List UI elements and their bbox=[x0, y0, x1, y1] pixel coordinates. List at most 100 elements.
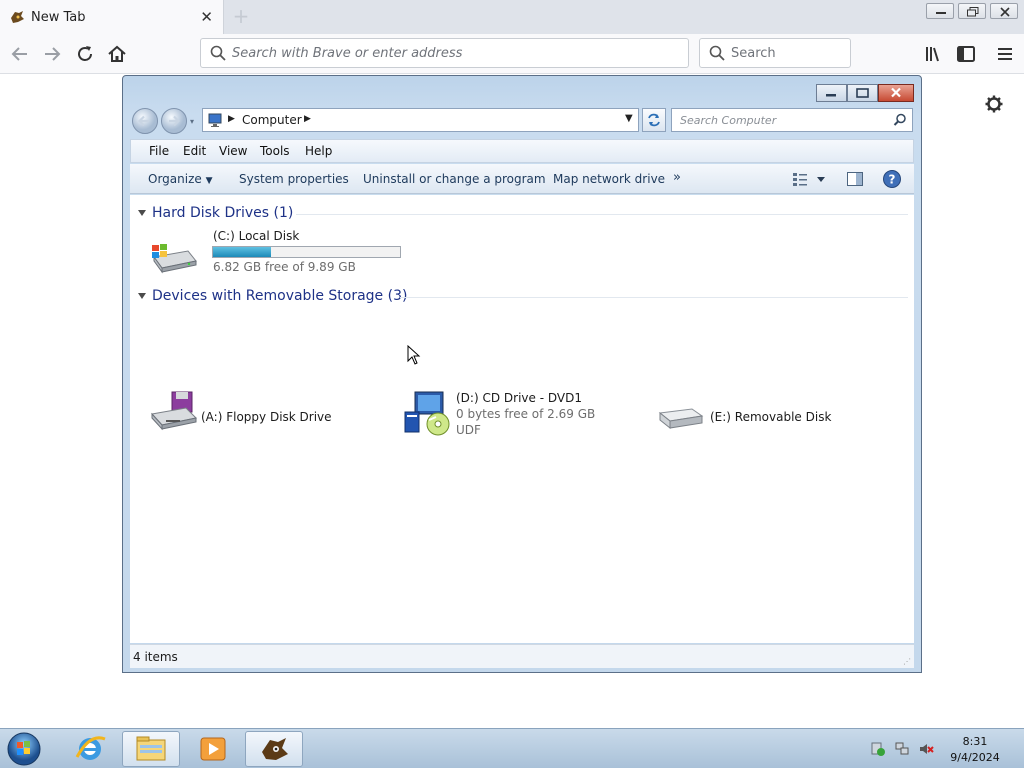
tab-title: New Tab bbox=[31, 10, 86, 25]
breadcrumb-root-arrow-icon[interactable]: ▶ bbox=[228, 114, 235, 124]
taskbar: 8:31 9/4/2024 bbox=[0, 728, 1024, 768]
map-network-drive-button[interactable]: Map network drive bbox=[553, 172, 665, 186]
explorer-search-placeholder: Search Computer bbox=[680, 114, 777, 127]
network-tray-icon[interactable] bbox=[894, 741, 910, 757]
tab-new-tab[interactable]: New Tab ✕ bbox=[0, 0, 224, 34]
hard-drive-windows-icon bbox=[148, 241, 198, 278]
refresh-icon bbox=[648, 113, 660, 127]
security-shield-tray-icon[interactable] bbox=[870, 741, 886, 757]
home-icon[interactable] bbox=[105, 42, 129, 66]
more-commands-button[interactable]: » bbox=[673, 170, 681, 185]
explorer-status-bar: 4 items ⋰ bbox=[130, 644, 914, 668]
resize-grip-icon[interactable]: ⋰ bbox=[903, 657, 911, 666]
group-divider bbox=[296, 214, 908, 215]
drive-a-name: (A:) Floppy Disk Drive bbox=[201, 410, 332, 424]
drive-e-name: (E:) Removable Disk bbox=[710, 410, 832, 424]
organize-dropdown-icon: ▼ bbox=[205, 176, 213, 186]
explorer-search-box[interactable]: Search Computer bbox=[671, 108, 913, 132]
refresh-button[interactable] bbox=[642, 108, 666, 132]
browser-minimize-button[interactable] bbox=[926, 3, 954, 19]
address-placeholder: Search with Brave or enter address bbox=[232, 46, 463, 61]
search-box[interactable]: Search bbox=[699, 38, 851, 68]
media-player-taskbar-icon[interactable] bbox=[184, 731, 242, 767]
recent-pages-chevron-icon[interactable]: ▾ bbox=[190, 117, 194, 126]
brave-browser-taskbar-icon[interactable] bbox=[245, 731, 303, 767]
browser-toolbar: Search with Brave or enter address Searc… bbox=[0, 34, 1024, 74]
drive-c-usage-fill bbox=[213, 247, 271, 257]
explorer-command-bar: Organize ▼ System properties Uninstall o… bbox=[130, 164, 914, 194]
address-dropdown-icon[interactable]: ▼ bbox=[625, 113, 633, 124]
address-bar[interactable]: Search with Brave or enter address bbox=[200, 38, 689, 68]
menu-view[interactable]: View bbox=[219, 144, 247, 158]
back-arrow-icon[interactable] bbox=[8, 42, 32, 66]
browser-restore-button[interactable] bbox=[958, 3, 986, 19]
drive-d-name: (D:) CD Drive - DVD1 bbox=[456, 391, 582, 405]
explorer-close-button[interactable] bbox=[878, 84, 914, 102]
breadcrumb-arrow-icon[interactable]: ▶ bbox=[304, 114, 311, 124]
preview-pane-icon[interactable] bbox=[846, 170, 864, 191]
internet-explorer-taskbar-icon[interactable] bbox=[61, 731, 119, 767]
search-placeholder: Search bbox=[731, 46, 776, 61]
browser-close-button[interactable] bbox=[990, 3, 1018, 19]
drive-c-free-space: 6.82 GB free of 9.89 GB bbox=[213, 260, 356, 274]
search-icon[interactable] bbox=[893, 113, 907, 130]
mouse-cursor-icon bbox=[407, 344, 421, 368]
menu-edit[interactable]: Edit bbox=[183, 144, 206, 158]
clock-date: 9/4/2024 bbox=[950, 751, 1000, 764]
system-clock[interactable]: 8:31 9/4/2024 bbox=[946, 734, 1004, 766]
hamburger-menu-icon[interactable] bbox=[993, 42, 1017, 66]
group-collapse-icon[interactable] bbox=[138, 293, 146, 299]
cd-drive-setup-icon bbox=[402, 390, 452, 441]
clock-time: 8:31 bbox=[962, 735, 988, 748]
menu-tools[interactable]: Tools bbox=[260, 144, 290, 158]
drive-d-free-space: 0 bytes free of 2.69 GB bbox=[456, 407, 596, 421]
group-hard-disk-drives[interactable]: Hard Disk Drives (1) bbox=[152, 205, 293, 221]
computer-icon bbox=[207, 112, 223, 131]
back-button-icon[interactable] bbox=[131, 107, 159, 138]
search-icon bbox=[709, 45, 725, 64]
view-options-icon[interactable] bbox=[792, 171, 826, 190]
organize-label: Organize bbox=[148, 172, 202, 186]
forward-button-icon[interactable] bbox=[160, 107, 188, 138]
drive-c-name: (C:) Local Disk bbox=[213, 229, 300, 243]
forward-arrow-icon[interactable] bbox=[40, 42, 64, 66]
group-collapse-icon[interactable] bbox=[138, 210, 146, 216]
drive-d-cd-drive[interactable]: (D:) CD Drive - DVD1 0 bytes free of 2.6… bbox=[402, 390, 632, 438]
drive-e-removable-disk[interactable]: (E:) Removable Disk bbox=[656, 395, 886, 435]
explorer-window: ▾ ▶ Computer ▶ ▼ Search Computer File Ed… bbox=[122, 75, 922, 673]
svg-text:?: ? bbox=[889, 173, 896, 187]
reload-icon[interactable] bbox=[73, 42, 97, 66]
item-count: 4 items bbox=[133, 650, 178, 664]
start-button-icon[interactable] bbox=[5, 731, 43, 767]
search-icon bbox=[210, 45, 226, 64]
sidebar-icon[interactable] bbox=[954, 42, 978, 66]
menu-file[interactable]: File bbox=[149, 144, 169, 158]
organize-button[interactable]: Organize ▼ bbox=[148, 172, 213, 186]
drive-d-filesystem: UDF bbox=[456, 423, 481, 437]
explorer-content-pane: Hard Disk Drives (1) (C:) Local Disk 6.8… bbox=[130, 195, 914, 643]
removable-disk-icon bbox=[656, 403, 706, 436]
uninstall-program-button[interactable]: Uninstall or change a program bbox=[363, 172, 546, 186]
help-icon[interactable]: ? bbox=[882, 169, 902, 192]
drive-c-usage-bar bbox=[212, 246, 401, 258]
brave-lion-icon bbox=[9, 10, 25, 24]
menu-help[interactable]: Help bbox=[305, 144, 332, 158]
gear-icon[interactable] bbox=[984, 94, 1004, 114]
explorer-menu-bar: File Edit View Tools Help bbox=[130, 139, 914, 163]
system-properties-button[interactable]: System properties bbox=[239, 172, 349, 186]
group-divider bbox=[400, 297, 908, 298]
volume-muted-tray-icon[interactable] bbox=[918, 741, 934, 757]
drive-a-floppy-disk[interactable]: (A:) Floppy Disk Drive bbox=[148, 390, 378, 436]
breadcrumb-computer[interactable]: Computer bbox=[242, 113, 302, 127]
new-tab-plus-icon[interactable]: + bbox=[230, 5, 252, 27]
explorer-maximize-button[interactable] bbox=[847, 84, 878, 102]
floppy-drive-icon bbox=[148, 390, 198, 437]
explorer-address-bar[interactable]: ▶ Computer ▶ ▼ bbox=[202, 108, 639, 132]
tab-close-icon[interactable]: ✕ bbox=[200, 8, 213, 26]
file-explorer-taskbar-icon[interactable] bbox=[122, 731, 180, 767]
drive-c-local-disk[interactable]: (C:) Local Disk 6.82 GB free of 9.89 GB bbox=[148, 229, 408, 277]
library-icon[interactable] bbox=[922, 42, 946, 66]
tab-strip: New Tab ✕ + bbox=[0, 0, 1024, 34]
group-removable-storage[interactable]: Devices with Removable Storage (3) bbox=[152, 288, 407, 304]
explorer-minimize-button[interactable] bbox=[816, 84, 847, 102]
